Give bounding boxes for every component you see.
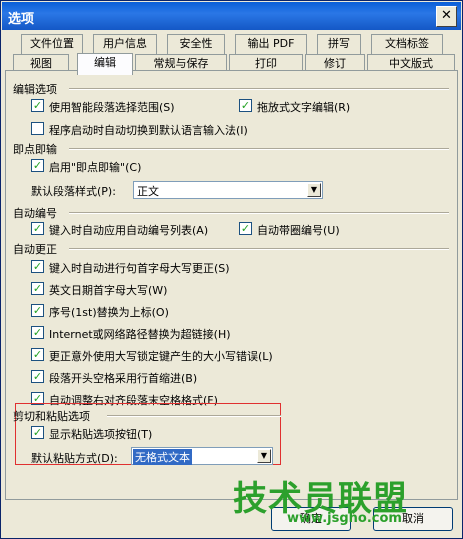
tab-user-info[interactable]: 用户信息 bbox=[93, 34, 157, 54]
tab-edit[interactable]: 编辑 bbox=[77, 53, 133, 75]
default-paste-label: 默认粘贴方式(D): bbox=[31, 452, 118, 465]
default-paste-value: 无格式文本 bbox=[133, 449, 192, 465]
drag-drop-label[interactable]: 拖放式文字编辑(R) bbox=[257, 99, 350, 115]
smart-select-checkbox[interactable]: ✓ bbox=[31, 99, 44, 112]
close-button[interactable]: ✕ bbox=[436, 6, 457, 27]
autocorrect-checkbox[interactable]: ✓ bbox=[31, 282, 44, 295]
divider bbox=[69, 212, 449, 214]
watermark-url: www.jsgho.com bbox=[287, 511, 402, 526]
autocorrect-label[interactable]: 序号(1st)替换为上标(O) bbox=[49, 304, 169, 320]
autocorrect-checkbox[interactable]: ✓ bbox=[31, 348, 44, 361]
autocorrect-label[interactable]: 更正意外使用大写锁定键产生的大小写错误(L) bbox=[49, 348, 273, 364]
chevron-down-icon[interactable]: ▼ bbox=[257, 449, 271, 463]
section-paste-title: 剪切和粘贴选项 bbox=[13, 410, 90, 423]
auto-list-checkbox[interactable]: ✓ bbox=[31, 222, 44, 235]
smart-select-label[interactable]: 使用智能段落选择范围(S) bbox=[49, 99, 175, 115]
tab-spelling[interactable]: 拼写 bbox=[317, 34, 361, 54]
autocorrect-checkbox[interactable]: ✓ bbox=[31, 370, 44, 383]
autocorrect-label[interactable]: 段落开头空格采用行首缩进(B) bbox=[49, 370, 197, 386]
show-paste-button-checkbox[interactable]: ✓ bbox=[31, 426, 44, 439]
auto-ime-checkbox[interactable] bbox=[31, 122, 44, 135]
autocorrect-label[interactable]: 键入时自动进行句首字母大写更正(S) bbox=[49, 260, 230, 276]
autocorrect-label[interactable]: Internet或网络路径替换为超链接(H) bbox=[49, 326, 231, 342]
section-click-type-title: 即点即输 bbox=[13, 143, 57, 156]
tab-security[interactable]: 安全性 bbox=[167, 34, 225, 54]
chevron-down-icon[interactable]: ▼ bbox=[307, 183, 321, 197]
autocorrect-label[interactable]: 英文日期首字母大写(W) bbox=[49, 282, 167, 298]
divider bbox=[69, 148, 449, 150]
divider bbox=[69, 248, 449, 250]
tab-file-locations[interactable]: 文件位置 bbox=[21, 34, 83, 54]
default-style-label: 默认段落样式(P): bbox=[31, 185, 116, 198]
section-auto-number-title: 自动编号 bbox=[13, 207, 57, 220]
watermark-logo: 技术员联盟 www.jsgho.com bbox=[233, 471, 458, 533]
autocorrect-checkbox[interactable]: ✓ bbox=[31, 304, 44, 317]
circled-number-label[interactable]: 自动带圈编号(U) bbox=[257, 222, 340, 238]
tab-output-pdf[interactable]: 输出 PDF bbox=[235, 34, 307, 54]
tab-row-1: 文件位置 用户信息 安全性 输出 PDF 拼写 文档标签 bbox=[1, 34, 463, 54]
autocorrect-checkbox[interactable]: ✓ bbox=[31, 260, 44, 273]
show-paste-button-label[interactable]: 显示粘贴选项按钮(T) bbox=[49, 426, 152, 442]
title-bar[interactable]: 选项 ✕ bbox=[2, 2, 461, 30]
click-type-checkbox[interactable]: ✓ bbox=[31, 159, 44, 172]
options-dialog: 选项 ✕ 文件位置 用户信息 安全性 输出 PDF 拼写 文档标签 视图 编辑 … bbox=[0, 0, 463, 539]
drag-drop-checkbox[interactable]: ✓ bbox=[239, 99, 252, 112]
section-autocorrect-title: 自动更正 bbox=[13, 243, 57, 256]
section-edit-options-title: 编辑选项 bbox=[13, 83, 57, 96]
tab-doc-tags[interactable]: 文档标签 bbox=[371, 34, 443, 54]
auto-list-label[interactable]: 键入时自动应用自动编号列表(A) bbox=[49, 222, 208, 238]
window-title: 选项 bbox=[8, 12, 35, 27]
default-style-value: 正文 bbox=[137, 185, 159, 198]
click-type-label[interactable]: 启用"即点即输"(C) bbox=[49, 159, 141, 175]
autocorrect-checkbox[interactable]: ✓ bbox=[31, 326, 44, 339]
divider bbox=[69, 88, 449, 90]
divider bbox=[107, 415, 281, 417]
auto-ime-label[interactable]: 程序启动时自动切换到默认语言输入法(I) bbox=[49, 122, 248, 138]
default-paste-select[interactable]: 无格式文本 ▼ bbox=[131, 447, 273, 465]
circled-number-checkbox[interactable]: ✓ bbox=[239, 222, 252, 235]
default-style-select[interactable]: 正文 ▼ bbox=[133, 181, 323, 199]
